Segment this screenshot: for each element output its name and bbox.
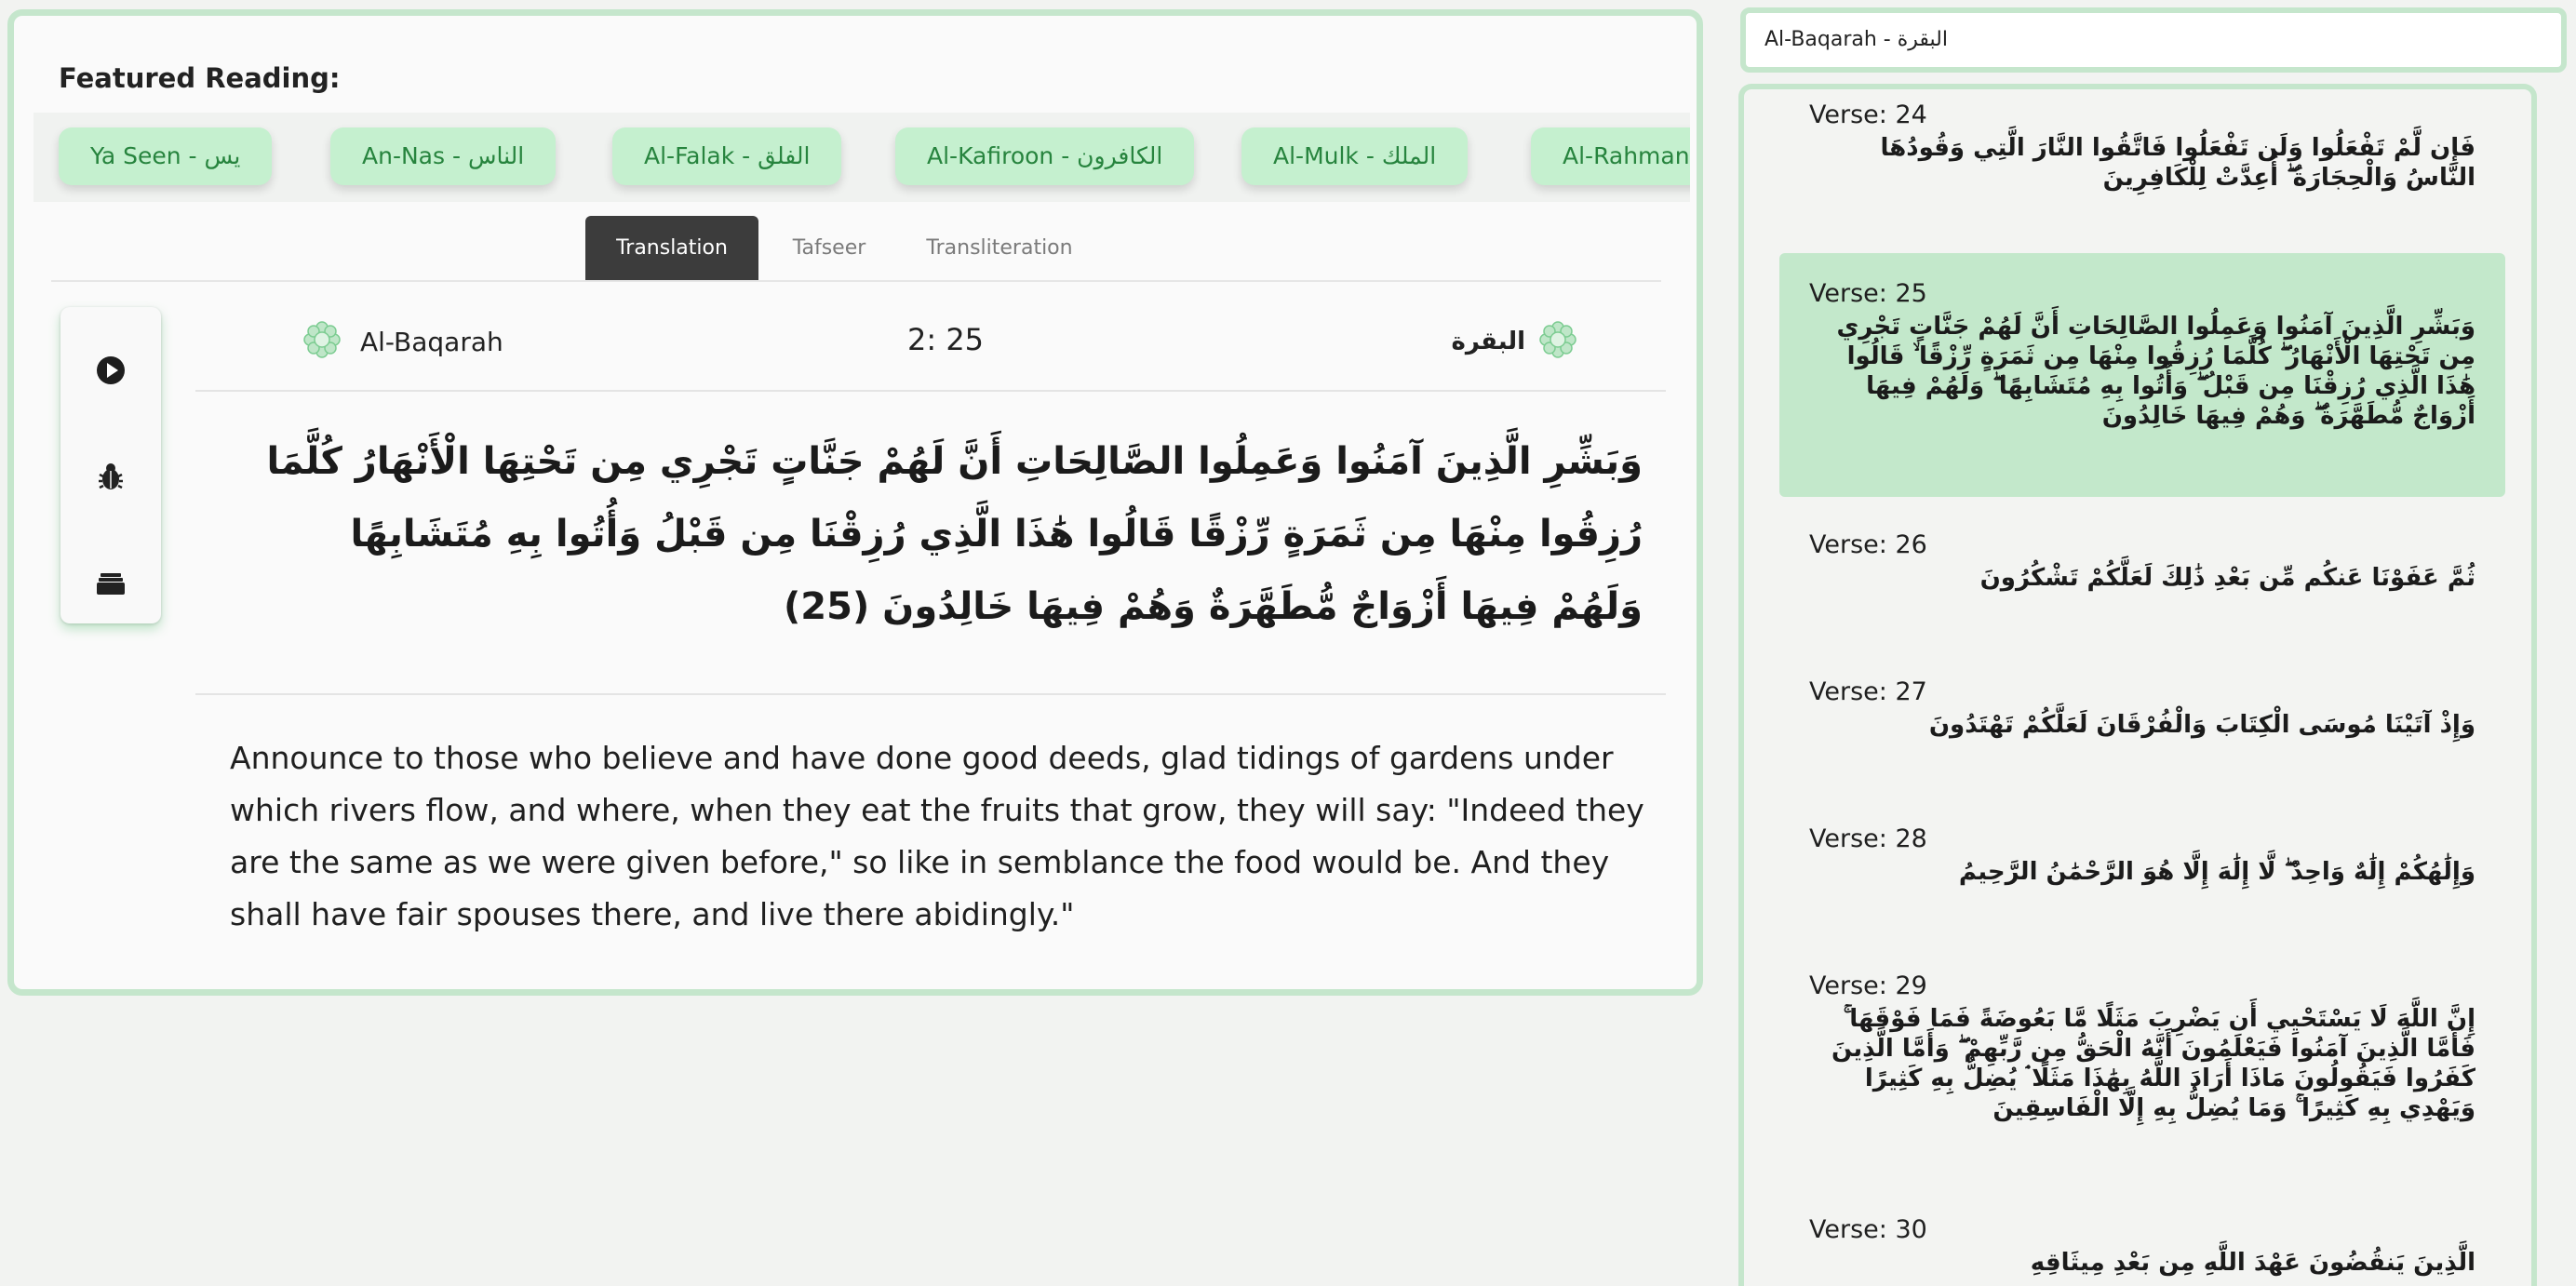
featured-reading-title: Featured Reading: <box>59 62 341 94</box>
verse-arabic: وَإِذْ آتَيْنَا مُوسَى الْكِتَابَ وَالْف… <box>1928 711 2475 739</box>
verse-reference: 2: 25 <box>907 322 985 357</box>
flower-icon <box>302 320 342 363</box>
verse-list[interactable]: Verse: 24 فَإِن لَّمْ تَفْعَلُوا وَلَن ت… <box>1738 84 2537 1286</box>
verse-arabic: وَإِلَٰهُكُمْ إِلَٰهٌ وَاحِدٌ ۖ لَّا إِل… <box>1958 858 2475 886</box>
chip-al-mulk[interactable]: Al-Mulk - الملك <box>1241 127 1469 185</box>
surah-name-en: Al-Baqarah <box>360 326 503 357</box>
verse-label: Verse: 26 <box>1809 530 1927 559</box>
chip-al-falak[interactable]: Al-Falak - الفلق <box>612 127 842 185</box>
verse-arabic: ثُمَّ عَفَوْنَا عَنكُم مِّن بَعْدِ ذَٰلِ… <box>1979 564 2475 592</box>
divider <box>195 390 1666 392</box>
chip-an-nas[interactable]: An-Nas - الناس <box>330 127 557 185</box>
surah-search-input[interactable]: Al-Baqarah - البقرة <box>1740 7 2567 73</box>
verse-list-item[interactable]: Verse: 24 فَإِن لَّمْ تَفْعَلُوا وَلَن ت… <box>1779 95 2505 198</box>
verse-list-item[interactable]: Verse: 28 وَإِلَٰهُكُمْ إِلَٰهٌ وَاحِدٌ … <box>1779 819 2505 892</box>
tool-sidebar <box>60 307 161 623</box>
featured-chips-strip[interactable]: Ya Seen - يس An-Nas - الناس Al-Falak - ا… <box>34 113 1690 202</box>
tabs-divider <box>51 280 1661 282</box>
verse-label: Verse: 24 <box>1809 100 1927 129</box>
surah-name-en-group: Al-Baqarah <box>302 320 503 363</box>
play-icon[interactable] <box>92 352 129 389</box>
divider <box>195 693 1666 695</box>
verse-arabic-text: وَبَشِّرِ الَّذِينَ آمَنُوا وَعَمِلُوا ا… <box>266 440 1643 628</box>
stack-icon[interactable] <box>92 564 129 601</box>
flower-icon <box>1538 320 1577 363</box>
verse-arabic: الَّذِينَ يَنقُضُونَ عَهْدَ اللَّهِ مِن … <box>2030 1249 2475 1277</box>
verse-list-item[interactable]: Verse: 26 ثُمَّ عَفَوْنَا عَنكُم مِّن بَ… <box>1779 525 2505 598</box>
main-reading-panel: Featured Reading: Ya Seen - يس An-Nas - … <box>7 9 1703 996</box>
surah-name-ar-group: البقرة <box>1451 320 1577 363</box>
verse-list-item[interactable]: Verse: 27 وَإِذْ آتَيْنَا مُوسَى الْكِتَ… <box>1779 672 2505 745</box>
surah-name-ar: البقرة <box>1451 328 1525 355</box>
verse-label: Verse: 27 <box>1809 677 1927 706</box>
bug-icon[interactable] <box>92 458 129 495</box>
tab-translation[interactable]: Translation <box>585 216 758 281</box>
chip-ya-seen[interactable]: Ya Seen - يس <box>59 127 273 185</box>
chip-al-kafiroon[interactable]: Al-Kafiroon - الكافرون <box>895 127 1195 185</box>
verse-list-item[interactable]: Verse: 29 إِنَّ اللَّهَ لَا يَسْتَحْيِي … <box>1779 966 2505 1129</box>
verse-arabic: فَإِن لَّمْ تَفْعَلُوا وَلَن تَفْعَلُوا … <box>1880 134 2475 192</box>
chip-al-rahman[interactable]: Al-Rahman - الرحمن <box>1531 127 1690 185</box>
verse-label: Verse: 30 <box>1809 1215 1927 1244</box>
verse-arabic: إِنَّ اللَّهَ لَا يَسْتَحْيِي أَن يَضْرِ… <box>1831 1005 2475 1122</box>
verse-list-item[interactable]: Verse: 30 الَّذِينَ يَنقُضُونَ عَهْدَ ال… <box>1779 1210 2505 1283</box>
verse-label: Verse: 29 <box>1809 971 1927 1000</box>
verse-header: Al-Baqarah 2: 25 البقرة <box>302 307 1577 372</box>
verse-label: Verse: 28 <box>1809 824 1927 853</box>
verse-label: Verse: 25 <box>1809 279 1927 308</box>
tab-transliteration[interactable]: Transliteration <box>902 216 1097 281</box>
verse-translation: Announce to those who believe and have d… <box>230 740 1644 932</box>
tab-tafseer[interactable]: Tafseer <box>764 216 894 281</box>
verse-list-item-selected[interactable]: Verse: 25 وَبَشِّرِ الَّذِينَ آمَنُوا وَ… <box>1779 253 2505 497</box>
verse-arabic: وَبَشِّرِ الَّذِينَ آمَنُوا وَعَمِلُوا ا… <box>1836 313 2475 430</box>
